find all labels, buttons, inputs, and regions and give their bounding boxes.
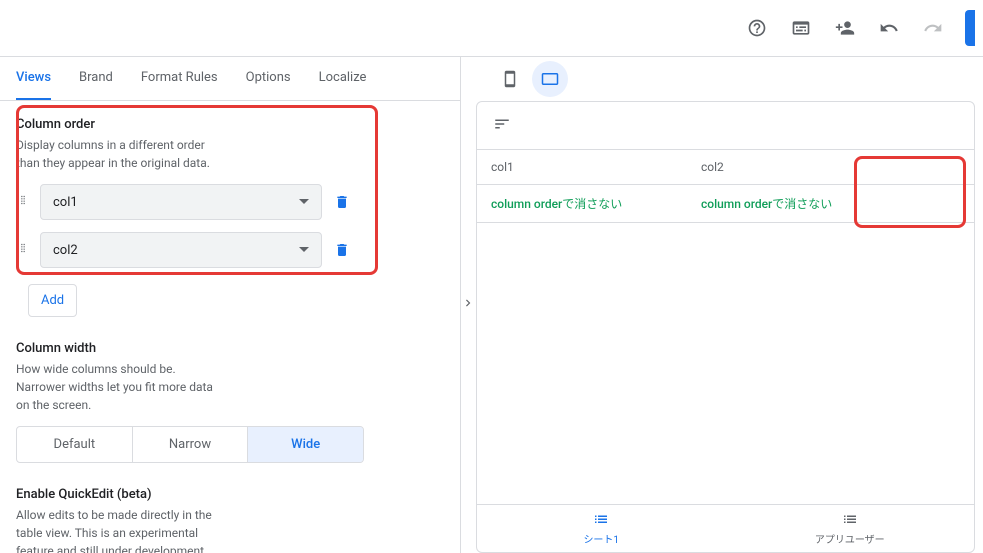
list-icon xyxy=(592,511,610,529)
tab-localize[interactable]: Localize xyxy=(319,57,367,100)
table-header-row: col1 col2 xyxy=(477,150,974,185)
chevron-down-icon xyxy=(299,197,309,207)
main-split: Views Brand Format Rules Options Localiz… xyxy=(0,56,983,553)
preview-toolbar xyxy=(476,57,983,101)
quickedit-desc: Allow edits to be made directly in the t… xyxy=(16,506,216,553)
column-order-title: Column order xyxy=(16,117,444,132)
nav-item-sheet1[interactable]: シート1 xyxy=(477,505,726,552)
section-column-order: Column order Display columns in a differ… xyxy=(16,117,444,317)
column-select[interactable]: col1 xyxy=(40,184,322,220)
mobile-view-button[interactable] xyxy=(492,61,528,97)
console-icon[interactable] xyxy=(781,8,821,48)
drag-handle-icon[interactable] xyxy=(16,193,32,211)
width-option-default[interactable]: Default xyxy=(17,427,133,462)
top-toolbar xyxy=(0,0,983,56)
column-width-group: Default Narrow Wide xyxy=(16,426,364,463)
tab-views[interactable]: Views xyxy=(16,57,51,100)
column-select-label: col2 xyxy=(53,243,78,258)
table-cell: column orderで消さない xyxy=(687,185,847,222)
undo-icon[interactable] xyxy=(869,8,909,48)
table-cell: column orderで消さない xyxy=(477,185,687,222)
add-button[interactable]: Add xyxy=(28,284,77,317)
preview-header xyxy=(477,102,974,150)
preview-table: col1 col2 column orderで消さない column order… xyxy=(477,150,974,504)
section-quickedit: Enable QuickEdit (beta) Allow edits to b… xyxy=(16,487,444,553)
quickedit-title: Enable QuickEdit (beta) xyxy=(16,487,444,502)
delete-button[interactable] xyxy=(330,190,354,214)
preview-body: col1 col2 column orderで消さない column order… xyxy=(476,101,975,553)
nav-label: シート1 xyxy=(583,531,619,546)
tabs: Views Brand Format Rules Options Localiz… xyxy=(0,57,460,101)
column-width-desc: How wide columns should be. Narrower wid… xyxy=(16,360,216,414)
bottom-nav: シート1 アプリユーザー xyxy=(477,504,974,552)
sort-icon[interactable] xyxy=(493,115,511,137)
column-order-row: col1 xyxy=(16,184,444,220)
tab-brand[interactable]: Brand xyxy=(79,57,113,100)
column-width-title: Column width xyxy=(16,341,444,356)
drag-handle-icon[interactable] xyxy=(16,241,32,259)
chevron-right-icon xyxy=(461,296,475,314)
settings-content: Column order Display columns in a differ… xyxy=(0,101,460,553)
side-panel-handle[interactable] xyxy=(965,10,975,46)
width-option-wide[interactable]: Wide xyxy=(248,427,363,462)
column-header[interactable]: col1 xyxy=(477,150,687,184)
left-panel: Views Brand Format Rules Options Localiz… xyxy=(0,57,460,553)
list-icon xyxy=(841,511,859,529)
table-row[interactable]: column orderで消さない column orderで消さない xyxy=(477,185,974,223)
column-header[interactable]: col2 xyxy=(687,150,847,184)
tab-format-rules[interactable]: Format Rules xyxy=(141,57,218,100)
column-order-row: col2 xyxy=(16,232,444,268)
nav-item-appuser[interactable]: アプリユーザー xyxy=(726,505,975,552)
nav-label: アプリユーザー xyxy=(815,531,885,546)
column-select-label: col1 xyxy=(53,195,78,210)
redo-icon[interactable] xyxy=(913,8,953,48)
width-option-narrow[interactable]: Narrow xyxy=(133,427,249,462)
panel-divider[interactable] xyxy=(460,57,476,553)
help-icon[interactable] xyxy=(737,8,777,48)
tablet-view-button[interactable] xyxy=(532,61,568,97)
right-panel: col1 col2 column orderで消さない column order… xyxy=(476,57,983,553)
section-column-width: Column width How wide columns should be.… xyxy=(16,341,444,463)
column-select[interactable]: col2 xyxy=(40,232,322,268)
share-icon[interactable] xyxy=(825,8,865,48)
column-order-desc: Display columns in a different order tha… xyxy=(16,136,216,172)
tab-options[interactable]: Options xyxy=(246,57,291,100)
delete-button[interactable] xyxy=(330,238,354,262)
chevron-down-icon xyxy=(299,245,309,255)
